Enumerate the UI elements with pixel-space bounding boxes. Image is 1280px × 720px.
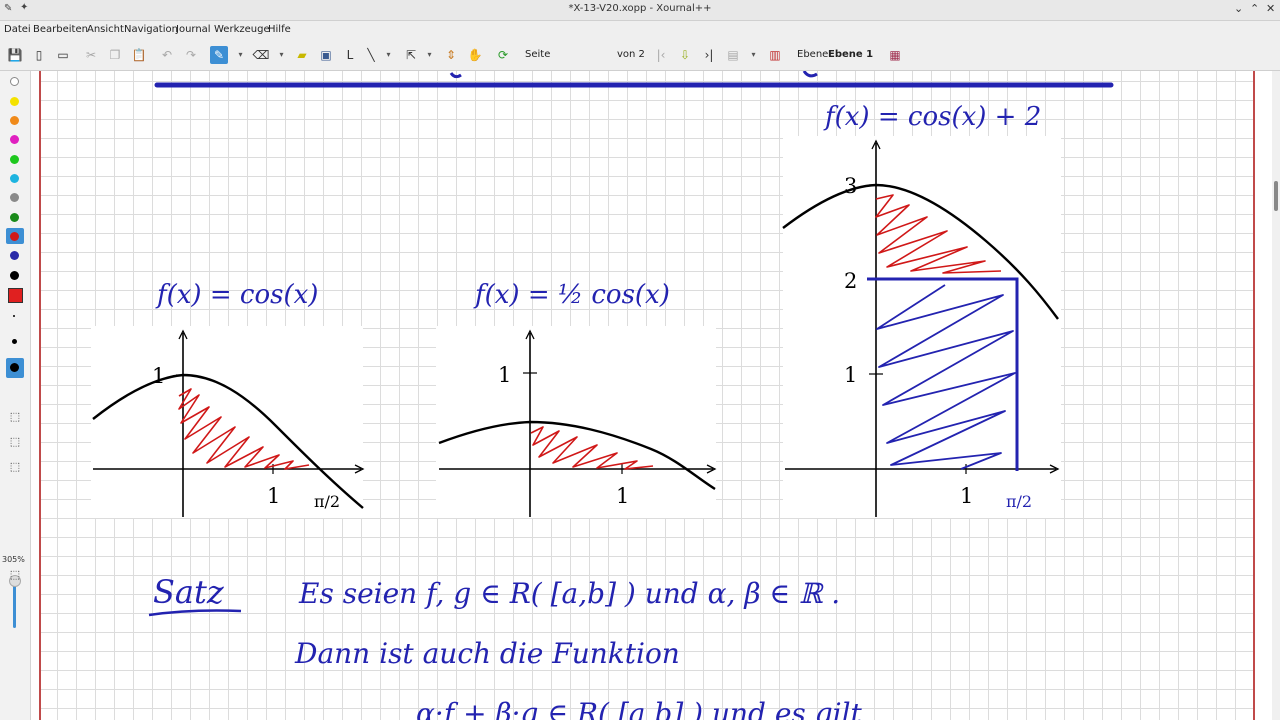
menu-bar: Datei Bearbeiten Ansicht Navigation Jour… [0,21,1280,40]
redo-icon[interactable]: ↷ [182,46,200,64]
eraser-dropdown-icon[interactable]: ▾ [277,46,286,64]
image-icon[interactable]: ▣ [317,46,335,64]
window-title: *X-13-V20.xopp - Xournal++ [568,3,712,14]
color-dark-green[interactable] [10,213,19,222]
layer-value[interactable]: Ebene 1 [828,49,873,60]
save-icon[interactable]: 💾 [6,46,24,64]
hand-tool-icon[interactable]: ✋ [466,46,484,64]
menu-bearbeiten[interactable]: Bearbeiten [33,24,88,35]
toolbar: 💾 ▯ ▭ ✂ ❐ 📋 ↶ ↷ ✎ ▾ ⌫ ▾ ▰ ▣ L ╲ ▾ ⇱ ▾ ⇕ … [0,40,1280,106]
select-tool-icon[interactable]: ⇱ [402,46,420,64]
select-object-icon[interactable]: ⬚ [8,460,22,474]
vertical-space-icon[interactable]: ⇕ [442,46,460,64]
text-tool-icon[interactable]: L [341,46,359,64]
graph-1-formula: f(x) = cos(x) [155,280,318,310]
satz-underline [148,609,242,617]
line-tool-icon[interactable]: ╲ [362,46,380,64]
zoom-level: 305% [2,555,25,564]
custom-color-icon[interactable] [8,288,23,303]
maximize-icon[interactable]: ⌃ [1250,2,1259,15]
pen-tool-icon[interactable]: ✎ [210,46,228,64]
refresh-icon[interactable]: ⟳ [494,46,512,64]
layer-label: Ebene [797,49,829,60]
minimize-icon[interactable]: ⌄ [1234,2,1243,15]
select-dropdown-icon[interactable]: ▾ [425,46,434,64]
undo-icon[interactable]: ↶ [158,46,176,64]
menu-journal[interactable]: Journal [176,24,211,35]
color-red[interactable] [10,232,19,241]
satz-line-1: Es seien f, g ∈ R( [a,b] ) und α, β ∈ ℝ … [298,577,840,610]
color-yellow[interactable] [10,97,19,106]
cut-icon[interactable]: ✂ [82,46,100,64]
new-document-icon[interactable]: ▯ [30,46,48,64]
delete-page-icon[interactable]: ▥ [766,46,784,64]
color-black[interactable] [10,271,19,280]
open-folder-icon[interactable]: ▭ [54,46,72,64]
graph-2-x1-label: 1 [616,484,629,508]
size-fine-icon[interactable] [13,315,15,317]
satz-line-3: α·f + β·g ∈ R( [a,b] ) und es gilt [416,697,863,720]
color-white[interactable] [10,77,19,86]
copy-icon[interactable]: ❐ [106,46,124,64]
select-region-icon[interactable]: ⬚ [8,435,22,449]
graph-3: 3 2 1 1 π/2 [782,136,1061,518]
heading-fragment [802,71,818,78]
color-orange[interactable] [10,116,19,125]
heading-fragment [449,72,462,79]
graph-1-x2-label: π/2 [314,492,340,511]
paste-icon[interactable]: 📋 [130,46,148,64]
size-medium-icon[interactable] [12,339,17,344]
zoom-fit-icon[interactable]: ⬚ [8,568,22,582]
graph-3-x2-label: π/2 [1006,492,1032,511]
color-gray[interactable] [10,193,19,202]
document-canvas[interactable]: 1 1 π/2 f(x) = cos(x) 1 1 f(x) = ½ cos(x… [31,71,1272,720]
pen-dropdown-icon[interactable]: ▾ [236,46,245,64]
close-icon[interactable]: ✕ [1266,2,1275,15]
graph-3-y3-label: 3 [844,174,857,198]
first-page-icon[interactable]: |‹ [652,46,670,64]
insert-page-icon[interactable]: ▤ [724,46,742,64]
graph-2-background [436,326,716,518]
graph-3-x1-label: 1 [960,484,973,508]
graph-3-background [783,136,1061,518]
vertical-scrollbar[interactable] [1272,71,1280,720]
menu-werkzeuge[interactable]: Werkzeuge [214,24,270,35]
select-rect-icon[interactable]: ⬚ [8,410,22,424]
graph-2-y-label: 1 [498,363,511,387]
line-dropdown-icon[interactable]: ▾ [384,46,393,64]
vertical-scrollbar-thumb[interactable] [1274,181,1278,211]
graph-1-y-label: 1 [152,364,165,388]
graph-2: 1 1 [436,326,717,518]
fullscreen-icon[interactable]: ▦ [886,46,904,64]
next-annotated-page-icon[interactable]: ⇩ [676,46,694,64]
insert-page-dropdown-icon[interactable]: ▾ [749,46,758,64]
satz-heading: Satz [153,573,225,611]
menu-navigation[interactable]: Navigation [124,24,178,35]
graph-2-formula: f(x) = ½ cos(x) [473,280,670,310]
graph-1: 1 1 π/2 [91,326,365,518]
satz-line-2: Dann ist auch die Funktion [294,637,680,670]
graph-1-x1-label: 1 [267,484,280,508]
last-page-icon[interactable]: ›| [700,46,718,64]
color-green[interactable] [10,155,19,164]
page-of-label: von 2 [617,49,645,60]
color-cyan[interactable] [10,174,19,183]
graph-1-background [91,326,363,518]
highlighter-icon[interactable]: ▰ [293,46,311,64]
color-magenta[interactable] [10,135,19,144]
page-label: Seite [525,49,551,60]
title-bar: ✎ ✦ *X-13-V20.xopp - Xournal++ ⌄ ⌃ ✕ [0,0,1280,21]
menu-hilfe[interactable]: Hilfe [268,24,291,35]
menu-ansicht[interactable]: Ansicht [87,24,124,35]
tool-sidebar: ⬚ ⬚ ⬚ 305% ⬚ [0,71,31,720]
menu-datei[interactable]: Datei [4,24,31,35]
eraser-icon[interactable]: ⌫ [252,46,270,64]
graph-3-y2-label: 2 [844,269,857,293]
graph-3-y1-label: 1 [844,363,857,387]
color-blue[interactable] [10,251,19,260]
graph-3-formula: f(x) = cos(x) + 2 [823,102,1041,132]
size-thick-icon[interactable] [10,363,19,372]
ink-layer: 1 1 π/2 f(x) = cos(x) 1 1 f(x) = ½ cos(x… [91,71,1114,720]
